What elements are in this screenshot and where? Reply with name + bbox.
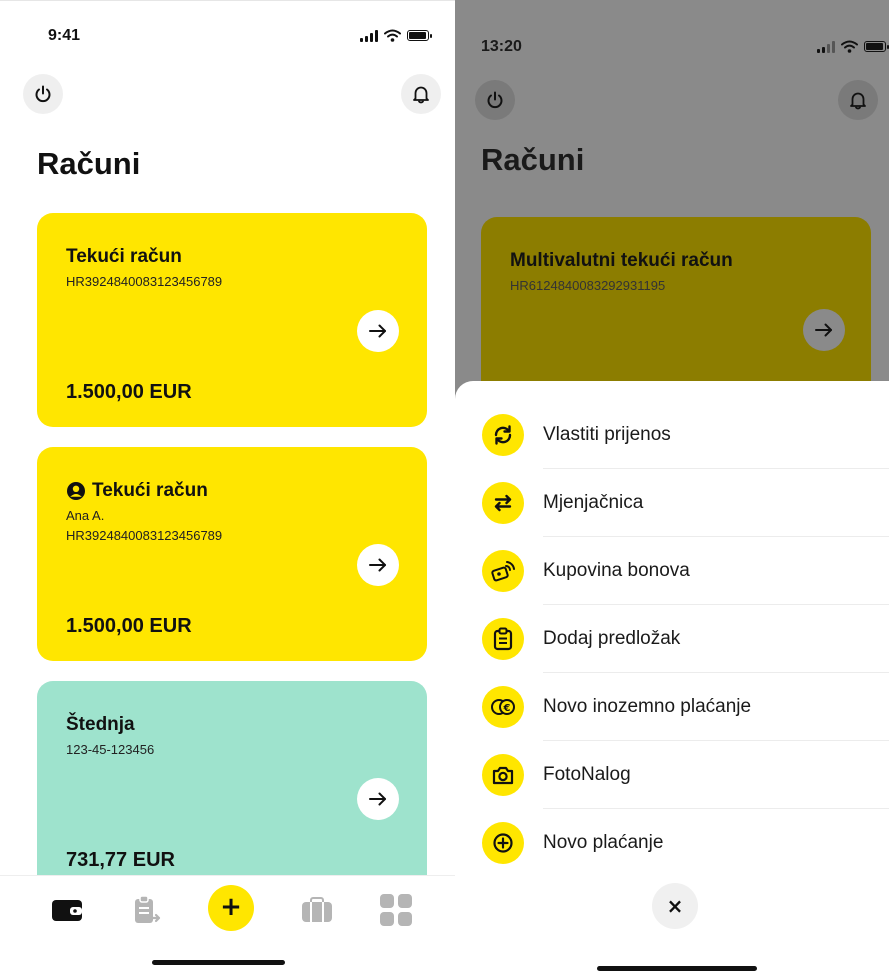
account-card[interactable]: Tekući račun HR3924840083123456789 1.500… xyxy=(37,213,427,427)
briefcase-icon xyxy=(302,897,332,922)
home-indicator xyxy=(597,966,757,971)
close-button[interactable]: × xyxy=(652,883,698,929)
menu-item-novo-placanje[interactable]: Novo plaćanje xyxy=(455,809,889,877)
menu-item-label: Mjenjačnica xyxy=(543,492,644,513)
status-icons xyxy=(817,40,889,53)
user-icon xyxy=(67,482,85,500)
account-holder: Ana A. xyxy=(66,508,105,523)
account-name: Štednja xyxy=(66,714,135,736)
arrow-right-icon xyxy=(815,323,832,337)
signal-icon xyxy=(360,29,378,42)
account-iban: HR6124840083292931195 xyxy=(510,278,666,293)
status-time: 9:41 xyxy=(48,27,81,44)
account-name: Tekući račun xyxy=(66,480,208,502)
open-account-button xyxy=(803,309,845,351)
menu-item-label: Dodaj predložak xyxy=(543,628,681,649)
menu-item-mjenjacnica[interactable]: Mjenjačnica xyxy=(455,469,889,537)
account-name-text: Tekući račun xyxy=(66,246,182,267)
clipboard-icon xyxy=(135,895,161,923)
wifi-icon xyxy=(384,29,401,42)
open-account-button[interactable] xyxy=(357,544,399,586)
menu-item-fotonalog[interactable]: FotoNalog xyxy=(455,741,889,809)
refresh-icon xyxy=(482,414,524,456)
menu-item-label: Kupovina bonova xyxy=(543,560,690,581)
tab-accounts[interactable] xyxy=(47,890,87,930)
home-indicator xyxy=(152,960,285,965)
menu-item-vlastiti-prijenos[interactable]: Vlastiti prijenos xyxy=(455,401,889,469)
notifications-button[interactable] xyxy=(838,80,878,120)
svg-text:€: € xyxy=(503,703,511,714)
menu-item-label: FotoNalog xyxy=(543,764,631,785)
account-name: Tekući račun xyxy=(66,246,182,268)
arrow-right-icon xyxy=(369,792,386,806)
power-icon xyxy=(487,91,503,109)
grid-icon xyxy=(380,894,412,926)
arrow-right-icon xyxy=(369,324,386,338)
plus-circle-icon xyxy=(482,822,524,864)
power-button[interactable] xyxy=(475,80,515,120)
signal-icon xyxy=(817,40,835,53)
menu-item-label: Vlastiti prijenos xyxy=(543,424,671,445)
new-action-button[interactable]: + xyxy=(208,885,254,931)
power-button[interactable] xyxy=(23,74,63,114)
open-account-button[interactable] xyxy=(357,778,399,820)
account-name-text: Tekući račun xyxy=(92,480,208,501)
quick-actions-sheet: Vlastiti prijenos Mjenjačnica Kupovina b… xyxy=(455,381,889,972)
account-balance: 1.500,00 EUR xyxy=(66,615,192,637)
savings-card[interactable]: Štednja 123-45-123456 731,77 EUR xyxy=(37,681,427,895)
menu-item-dodaj-predlozak[interactable]: Dodaj predložak xyxy=(455,605,889,673)
menu-item-novo-inozemno-placanje[interactable]: € Novo inozemno plaćanje xyxy=(455,673,889,741)
camera-icon xyxy=(482,754,524,796)
menu-item-label: Novo inozemno plaćanje xyxy=(543,696,752,717)
account-name-text: Štednja xyxy=(66,714,135,735)
battery-icon xyxy=(407,30,432,41)
voucher-icon xyxy=(482,550,524,592)
account-iban: 123-45-123456 xyxy=(66,742,155,757)
account-card[interactable]: Tekući račun Ana A. HR392484008312345678… xyxy=(37,447,427,661)
wallet-icon xyxy=(52,900,82,921)
account-iban: HR3924840083123456789 xyxy=(66,274,223,289)
status-icons xyxy=(360,29,432,42)
page-title: Računi xyxy=(37,146,141,181)
tab-bar: + xyxy=(0,875,455,972)
menu-item-label: Novo plaćanje xyxy=(543,832,664,853)
quick-actions-screen: 13:20 Računi Multivalutni tekući račun H… xyxy=(455,0,889,972)
bell-icon xyxy=(850,92,866,110)
menu-item-kupovina-bonova[interactable]: Kupovina bonova xyxy=(455,537,889,605)
tab-payments[interactable] xyxy=(126,890,166,930)
notifications-button[interactable] xyxy=(401,74,441,114)
arrow-right-icon xyxy=(369,558,386,572)
bell-icon xyxy=(413,86,429,104)
power-icon xyxy=(35,85,51,103)
account-balance: 1.500,00 EUR xyxy=(66,381,192,403)
template-icon xyxy=(482,618,524,660)
tab-products[interactable] xyxy=(297,890,337,930)
battery-icon xyxy=(864,41,889,52)
close-icon: × xyxy=(666,894,684,918)
account-name: Multivalutni tekući račun xyxy=(510,250,733,271)
exchange-icon xyxy=(482,482,524,524)
open-account-button[interactable] xyxy=(357,310,399,352)
tab-more[interactable] xyxy=(376,890,416,930)
account-iban: HR3924840083123456789 xyxy=(66,528,223,543)
status-time: 13:20 xyxy=(481,38,522,55)
page-title: Računi xyxy=(481,142,585,177)
plus-icon: + xyxy=(220,892,242,922)
wifi-icon xyxy=(841,40,858,53)
currency-icon: € xyxy=(482,686,524,728)
account-balance: 731,77 EUR xyxy=(66,849,175,871)
accounts-screen: 9:41 Računi Tekući račun HR3924840083123… xyxy=(0,0,455,972)
